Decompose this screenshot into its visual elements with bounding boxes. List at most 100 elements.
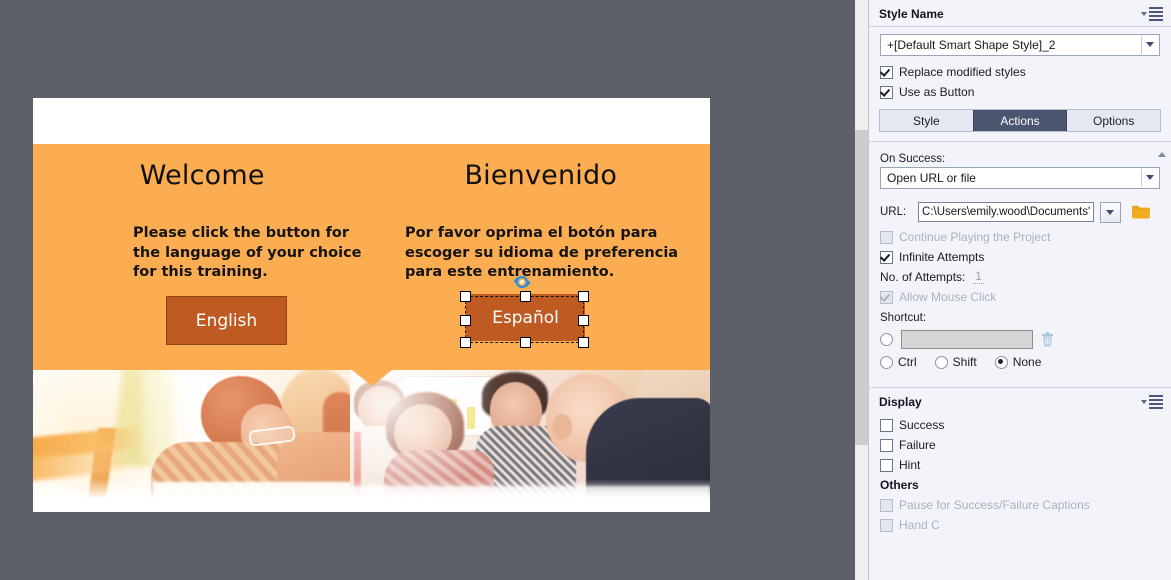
style-name-value: +[Default Smart Shape Style]_2: [887, 38, 1056, 52]
replace-modified-styles-checkbox[interactable]: [880, 65, 893, 79]
infinite-attempts-row[interactable]: Infinite Attempts: [869, 247, 1171, 267]
pause-captions-label: Pause for Success/Failure Captions: [899, 498, 1090, 512]
shape-selection-overlay[interactable]: [460, 275, 589, 348]
panel-scroll-up-icon[interactable]: [1158, 152, 1166, 157]
resize-handle-top-left[interactable]: [460, 291, 471, 302]
display-failure-checkbox[interactable]: [880, 438, 893, 452]
photo-right: [350, 370, 710, 499]
display-hint-label: Hint: [899, 458, 921, 472]
url-label: URL:: [880, 206, 907, 218]
orange-notch: [351, 370, 392, 386]
panel-menu-icon[interactable]: [1141, 6, 1163, 21]
tabs-divider: [869, 141, 1171, 142]
allow-mouse-click-checkbox: [880, 290, 893, 304]
resize-handle-top-right[interactable]: [578, 291, 589, 302]
display-hint-row[interactable]: Hint: [869, 455, 1171, 475]
resize-handle-bottom-left[interactable]: [460, 337, 471, 348]
infinite-attempts-checkbox[interactable]: [880, 250, 893, 264]
slide[interactable]: Welcome Bienvenido Please click the butt…: [33, 98, 710, 512]
display-success-row[interactable]: Success: [869, 415, 1171, 435]
resize-handle-middle-right[interactable]: [578, 315, 589, 326]
spanish-instructions: Por favor oprima el botón para escoger s…: [405, 225, 679, 281]
panel-left-border: [868, 0, 869, 580]
shortcut-input-row: [869, 326, 1171, 352]
hand-cursor-row: Hand C: [869, 515, 1171, 535]
style-name-title: Style Name: [879, 6, 944, 21]
modifier-none-radio[interactable]: [994, 355, 1008, 369]
english-button[interactable]: English: [166, 296, 287, 345]
english-instructions: Please click the button for the language…: [133, 225, 362, 281]
resize-handle-middle-left[interactable]: [460, 315, 471, 326]
shortcut-label: Shortcut:: [880, 311, 927, 324]
url-history-dropdown-button[interactable]: [1100, 201, 1121, 223]
modifier-shift-radio[interactable]: [934, 355, 948, 369]
panel-menu-icon[interactable]: [1141, 394, 1163, 409]
display-hint-checkbox[interactable]: [880, 458, 893, 472]
photo-band: [33, 370, 710, 499]
continue-playing-row: Continue Playing the Project: [869, 227, 1171, 247]
style-name-section-header: Style Name: [869, 0, 1171, 27]
selection-frame: [465, 296, 584, 343]
tab-actions[interactable]: Actions: [972, 110, 1068, 131]
attempts-label: No. of Attempts:: [880, 270, 966, 284]
continue-playing-label: Continue Playing the Project: [899, 230, 1051, 244]
tab-options[interactable]: Options: [1067, 110, 1160, 131]
tab-style[interactable]: Style: [880, 110, 973, 131]
url-input[interactable]: C:\Users\emily.wood\Documents': [918, 202, 1094, 222]
style-name-combobox[interactable]: +[Default Smart Shape Style]_2: [880, 34, 1160, 56]
infinite-attempts-label: Infinite Attempts: [899, 250, 985, 264]
hand-cursor-checkbox: [880, 518, 893, 532]
canvas-scrollbar-thumb[interactable]: [855, 130, 869, 445]
rotate-handle-icon[interactable]: [511, 272, 533, 292]
photo-left: [33, 370, 350, 499]
chevron-down-icon: [1106, 209, 1114, 215]
chevron-down-icon[interactable]: [1146, 42, 1154, 47]
shortcut-modifiers-row: Ctrl Shift None: [869, 352, 1171, 372]
trash-icon[interactable]: [1041, 331, 1054, 347]
allow-mouse-click-label: Allow Mouse Click: [899, 290, 997, 304]
display-success-checkbox[interactable]: [880, 418, 893, 432]
modifier-ctrl-label: Ctrl: [898, 355, 917, 369]
pause-captions-checkbox: [880, 498, 893, 512]
slide-canvas[interactable]: Welcome Bienvenido Please click the butt…: [0, 0, 855, 580]
slide-bottom-band: [33, 499, 710, 512]
on-success-label: On Success:: [880, 152, 946, 165]
attempts-row: No. of Attempts: 1: [869, 267, 1171, 287]
allow-mouse-click-row: Allow Mouse Click: [869, 287, 1171, 307]
display-failure-label: Failure: [899, 438, 936, 452]
replace-modified-styles-row[interactable]: Replace modified styles: [869, 62, 1171, 82]
modifier-shift-label: Shift: [952, 355, 977, 369]
modifier-ctrl-radio[interactable]: [880, 355, 893, 369]
others-title: Others: [880, 478, 919, 492]
shortcut-custom-radio[interactable]: [880, 332, 893, 346]
pause-captions-row: Pause for Success/Failure Captions: [869, 495, 1171, 515]
style-name-row: +[Default Smart Shape Style]_2: [869, 34, 1171, 56]
shortcut-input[interactable]: [901, 329, 1033, 349]
replace-modified-styles-label: Replace modified styles: [899, 65, 1026, 79]
use-as-button-label: Use as Button: [899, 85, 975, 99]
panel-tabs: Style Actions Options: [879, 109, 1161, 132]
display-title: Display: [879, 394, 922, 409]
resize-handle-bottom-center[interactable]: [520, 337, 531, 348]
slide-orange-band: Welcome Bienvenido Please click the butt…: [33, 144, 710, 370]
url-row: URL: C:\Users\emily.wood\Documents': [869, 201, 1171, 223]
folder-icon[interactable]: [1132, 205, 1150, 219]
use-as-button-row[interactable]: Use as Button: [869, 82, 1171, 102]
bienvenido-heading: Bienvenido: [464, 160, 618, 191]
application-window: Welcome Bienvenido Please click the butt…: [0, 0, 1171, 580]
on-success-value: Open URL or file: [887, 171, 976, 185]
on-success-combobox[interactable]: Open URL or file: [880, 167, 1160, 189]
attempts-value[interactable]: 1: [973, 271, 984, 284]
display-success-label: Success: [899, 418, 945, 432]
chevron-down-icon[interactable]: [1146, 175, 1154, 180]
properties-panel: Style Name +[Default Smart Shape Style]_…: [869, 0, 1171, 580]
resize-handle-bottom-right[interactable]: [578, 337, 589, 348]
modifier-none-label: None: [1012, 355, 1042, 369]
resize-handle-top-center[interactable]: [520, 291, 531, 302]
hand-cursor-label: Hand C: [899, 518, 940, 532]
display-failure-row[interactable]: Failure: [869, 435, 1171, 455]
display-section-header: Display: [869, 388, 1171, 415]
slide-top-band: [33, 98, 710, 144]
continue-playing-checkbox: [880, 230, 893, 244]
use-as-button-checkbox[interactable]: [880, 85, 893, 99]
